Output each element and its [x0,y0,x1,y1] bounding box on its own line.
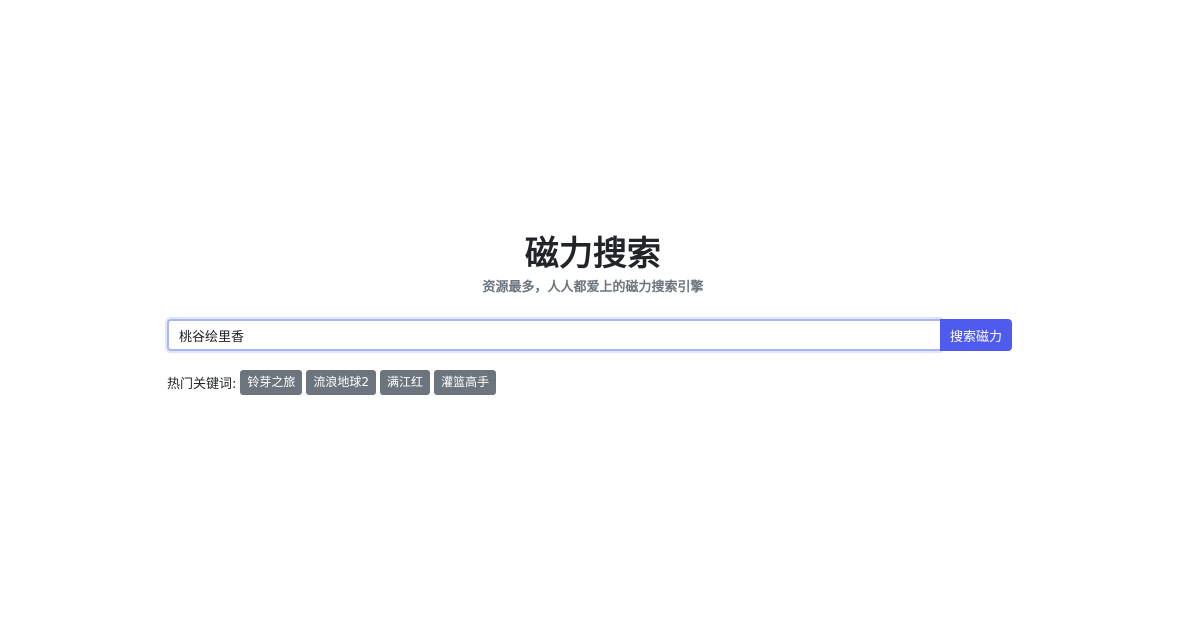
hot-keyword-tag[interactable]: 铃芽之旅 [240,370,303,395]
hot-keyword-tag[interactable]: 满江红 [380,370,431,395]
hot-keyword-tag[interactable]: 灌篮高手 [434,370,497,395]
search-bar: 搜索磁力 [167,319,1012,351]
hot-keywords-list: 铃芽之旅 流浪地球2 满江红 灌篮高手 [240,370,500,395]
search-button[interactable]: 搜索磁力 [940,319,1012,351]
page-title: 磁力搜索 [525,234,661,274]
hero: 磁力搜索 资源最多，人人都爱上的磁力搜索引擎 [0,232,1186,298]
hot-keywords: 热门关键词: 铃芽之旅 流浪地球2 满江红 灌篮高手 [167,370,500,395]
hot-keywords-label: 热门关键词: [167,377,237,392]
page: 磁力搜索 资源最多，人人都爱上的磁力搜索引擎 搜索磁力 热门关键词: 铃芽之旅 … [0,0,1186,637]
search-input[interactable] [167,319,940,351]
hot-keyword-tag[interactable]: 流浪地球2 [306,370,377,395]
page-subtitle: 资源最多，人人都爱上的磁力搜索引擎 [482,280,704,295]
